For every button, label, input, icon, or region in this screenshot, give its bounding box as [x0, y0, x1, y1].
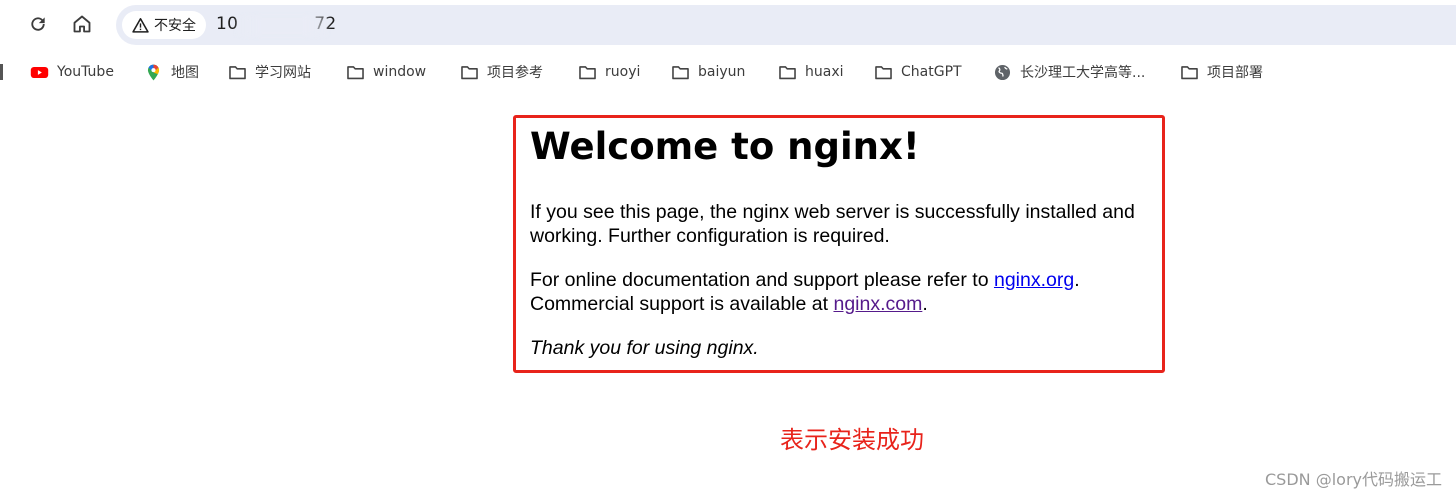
commercial-text-period: . — [922, 293, 928, 315]
url-redaction — [236, 16, 328, 36]
bookmarks-bar: YouTube 地图 学习网站 window 项目参考 ruoyi baiyun… — [0, 54, 1456, 90]
bookmark-label: 长沙理工大学高等... — [1020, 65, 1146, 81]
csdn-watermark: CSDN @lory代码搬运工 — [1265, 470, 1442, 489]
docs-text: For online documentation and support ple… — [530, 269, 994, 291]
browser-toolbar: 不安全 1072 — [0, 0, 1456, 50]
address-bar[interactable]: 不安全 1072 — [116, 5, 1456, 45]
bookmark-folder-baiyun[interactable]: baiyun — [671, 60, 745, 84]
maps-pin-icon — [147, 64, 160, 80]
warning-icon — [132, 17, 149, 33]
url-visible-start: 10 — [216, 14, 239, 34]
folder-icon — [779, 65, 796, 79]
docs-paragraph: For online documentation and support ple… — [530, 268, 1160, 316]
bookmark-label: 项目部署 — [1207, 65, 1263, 81]
security-chip-label: 不安全 — [154, 18, 196, 34]
bookmark-folder-chatgpt[interactable]: ChatGPT — [874, 60, 962, 84]
bookmark-label: 地图 — [171, 65, 199, 81]
bookmark-folder-deploy[interactable]: 项目部署 — [1180, 60, 1263, 84]
youtube-icon — [30, 66, 49, 78]
bookmark-label: ruoyi — [605, 64, 641, 80]
folder-icon — [672, 65, 689, 79]
home-icon — [73, 15, 91, 33]
bookmark-label: 项目参考 — [487, 65, 543, 81]
folder-icon — [579, 65, 596, 79]
bookmark-youtube[interactable]: YouTube — [30, 60, 114, 84]
docs-text-period: . — [1074, 269, 1080, 291]
nginx-org-link[interactable]: nginx.org — [994, 269, 1074, 291]
folder-icon — [461, 65, 478, 79]
bookmark-folder-window[interactable]: window — [346, 60, 426, 84]
bookmark-label: window — [373, 64, 427, 80]
reload-icon — [31, 17, 45, 31]
reload-button[interactable] — [23, 9, 53, 39]
thanks-paragraph: Thank you for using nginx. — [530, 337, 759, 359]
intro-paragraph: If you see this page, the nginx web serv… — [530, 201, 1135, 247]
nginx-com-link[interactable]: nginx.com — [833, 293, 922, 315]
bookmark-label: baiyun — [698, 64, 746, 80]
folder-icon — [875, 65, 892, 79]
page-title: Welcome to nginx! — [530, 125, 920, 168]
folder-icon — [1181, 65, 1198, 79]
bookmark-folder-project-ref[interactable]: 项目参考 — [460, 60, 543, 84]
commercial-text: Commercial support is available at — [530, 293, 834, 315]
bookmark-label: YouTube — [57, 64, 114, 80]
globe-icon — [994, 64, 1011, 80]
folder-icon — [347, 65, 364, 79]
success-annotation: 表示安装成功 — [780, 426, 924, 454]
bookmark-csust[interactable]: 长沙理工大学高等... — [993, 60, 1145, 84]
bookmark-folder-learning[interactable]: 学习网站 — [228, 60, 311, 84]
bookmark-maps[interactable]: 地图 — [144, 60, 199, 84]
bookmark-folder-ruoyi[interactable]: ruoyi — [578, 60, 640, 84]
bookmark-label: huaxi — [805, 64, 844, 80]
bookmark-label: ChatGPT — [901, 64, 962, 80]
folder-icon — [229, 65, 246, 79]
bookmark-label: 学习网站 — [255, 65, 311, 81]
home-button[interactable] — [67, 9, 97, 39]
security-chip[interactable]: 不安全 — [122, 11, 206, 39]
bookmark-folder-huaxi[interactable]: huaxi — [778, 60, 844, 84]
